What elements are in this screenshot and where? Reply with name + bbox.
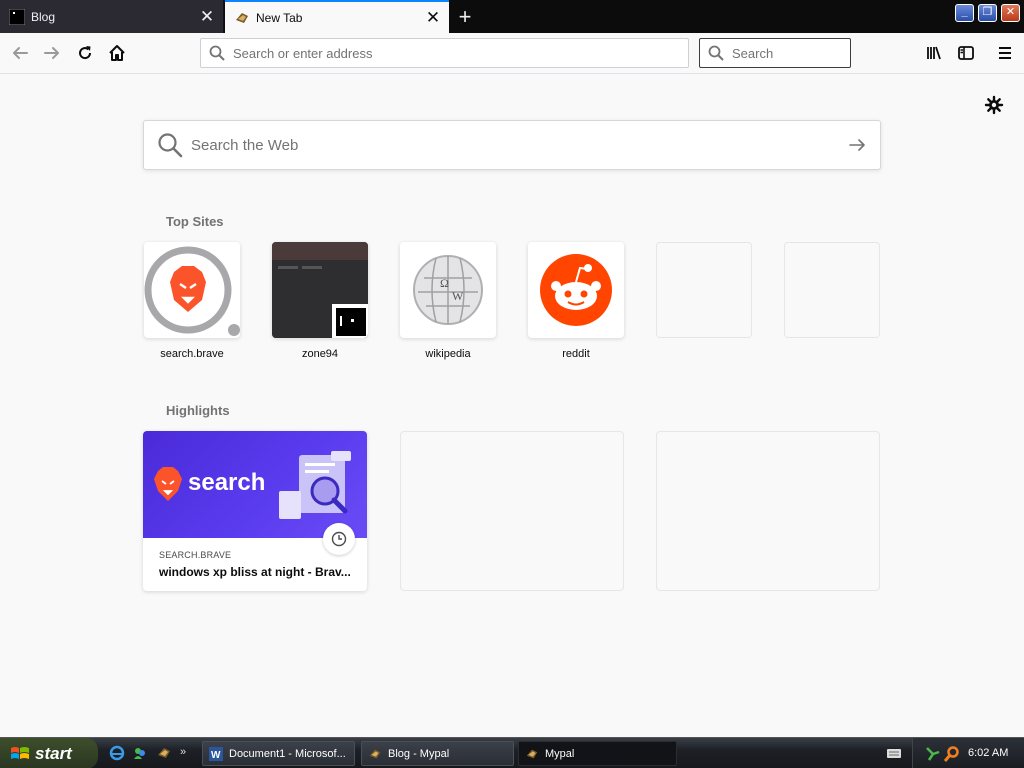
maximize-button[interactable]: ❐ [978, 4, 997, 22]
taskbar-item-mypal[interactable]: Mypal [518, 741, 677, 766]
close-window-button[interactable]: ✕ [1001, 4, 1020, 22]
site-tile[interactable]: Ω W [400, 242, 496, 338]
tab-title: New Tab [256, 10, 303, 25]
forward-button[interactable] [38, 39, 66, 67]
address-input[interactable] [233, 45, 688, 61]
top-site-reddit[interactable]: reddit [528, 242, 624, 360]
tab-new-tab[interactable]: New Tab ✕ [225, 0, 449, 33]
highlight-card[interactable]: search SEARCH.BRAVE windows xp bliss at … [143, 431, 367, 591]
site-label: reddit [562, 348, 590, 360]
arrow-right-icon[interactable] [848, 136, 866, 154]
wikipedia-globe-icon: Ω W [413, 255, 483, 325]
chevron-right-icon[interactable]: » [180, 746, 196, 762]
library-button[interactable] [920, 39, 948, 67]
highlight-thumbnail: search [143, 431, 367, 555]
mypal-favicon-icon [236, 12, 248, 23]
forward-arrow-icon [44, 47, 59, 59]
site-label: search.brave [160, 348, 224, 360]
highlight-title: windows xp bliss at night - Brav... [159, 565, 351, 579]
web-search-box[interactable] [143, 120, 881, 170]
site-tile[interactable] [272, 242, 368, 338]
tab-strip: Blog ✕ New Tab ✕ + _ ❐ ✕ [0, 0, 1024, 33]
mypal-quicklaunch-icon[interactable] [156, 745, 172, 761]
settings-gear-icon[interactable] [984, 95, 1004, 115]
sidebar-button[interactable] [952, 39, 980, 67]
site-label: zone94 [301, 348, 339, 360]
windows-flag-icon [11, 746, 29, 759]
close-tab-icon[interactable]: ✕ [197, 7, 217, 27]
keyboard-language-icon[interactable] [887, 747, 901, 759]
home-icon [109, 45, 125, 61]
svg-text:W: W [452, 289, 464, 303]
mypal-icon [526, 749, 538, 758]
empty-highlight-card [400, 431, 624, 591]
svg-text:Ω: Ω [440, 276, 449, 290]
network-icon[interactable] [925, 746, 941, 762]
minimize-button[interactable]: _ [955, 4, 974, 22]
document-search-illustration-icon [279, 451, 351, 519]
task-label: Blog - Mypal [388, 747, 450, 760]
top-site-empty [784, 242, 880, 338]
top-site-wikipedia[interactable]: Ω W wikipedia [400, 242, 496, 360]
site-tile[interactable] [528, 242, 624, 338]
blog-favicon-icon [9, 8, 25, 25]
top-site-search-brave[interactable]: search.brave [144, 242, 240, 360]
brave-lion-icon [154, 467, 182, 501]
word-document-icon: W [209, 746, 223, 761]
site-tile[interactable] [144, 242, 240, 338]
close-tab-icon[interactable]: ✕ [423, 8, 443, 28]
task-label: Document1 - Microsof... [229, 747, 346, 760]
windows-taskbar: start » W Document1 - Microsof... Blog -… [0, 737, 1024, 768]
home-button[interactable] [103, 39, 131, 67]
address-bar[interactable] [200, 38, 689, 68]
web-search-input[interactable] [191, 136, 848, 154]
tab-blog[interactable]: Blog ✕ [0, 0, 224, 33]
back-arrow-icon [13, 47, 28, 59]
start-label: start [35, 743, 72, 763]
empty-site-tile [784, 242, 880, 338]
search-bar[interactable] [699, 38, 908, 68]
sidebar-icon [958, 46, 974, 60]
system-tray: 6:02 AM [912, 738, 1024, 768]
internet-explorer-icon[interactable] [109, 745, 125, 761]
menu-button[interactable] [991, 39, 1019, 67]
top-site-empty [656, 242, 752, 338]
task-label: Mypal [545, 747, 575, 760]
empty-highlight-card [656, 431, 880, 591]
site-label: wikipedia [425, 348, 471, 360]
search-icon [158, 133, 183, 158]
tab-title: Blog [31, 9, 56, 24]
highlight-source: SEARCH.BRAVE [159, 550, 232, 560]
reload-button[interactable] [71, 39, 99, 67]
svg-text:W: W [211, 750, 221, 761]
search-icon [209, 45, 225, 61]
reload-icon [79, 46, 92, 60]
navigation-toolbar [0, 33, 1024, 74]
highlights-heading: Highlights [166, 403, 230, 418]
taskbar-item-blog-mypal[interactable]: Blog - Mypal [361, 741, 514, 766]
new-tab-page: Top Sites search.brave [0, 75, 1024, 737]
search-input[interactable] [732, 45, 908, 61]
empty-site-tile [656, 242, 752, 338]
brave-lion-icon [144, 246, 240, 336]
taskbar-clock[interactable]: 6:02 AM [968, 747, 1008, 759]
messenger-icon[interactable] [132, 745, 148, 761]
start-button[interactable]: start [0, 738, 98, 768]
taskbar-item-document1[interactable]: W Document1 - Microsof... [202, 741, 355, 766]
search-icon [708, 45, 724, 61]
library-icon [927, 46, 941, 60]
zone94-thumbnail-icon [272, 242, 368, 338]
clock-icon [323, 523, 355, 555]
top-sites-heading: Top Sites [166, 214, 224, 229]
new-tab-button[interactable]: + [452, 4, 478, 30]
hamburger-menu-icon [999, 47, 1011, 59]
search-tray-icon[interactable] [944, 746, 960, 762]
reddit-alien-icon [540, 254, 612, 326]
mypal-icon [369, 749, 381, 758]
back-button[interactable] [6, 39, 34, 67]
thumbnail-brand-text: search [188, 469, 266, 496]
top-site-zone94[interactable]: zone94 [272, 242, 368, 360]
